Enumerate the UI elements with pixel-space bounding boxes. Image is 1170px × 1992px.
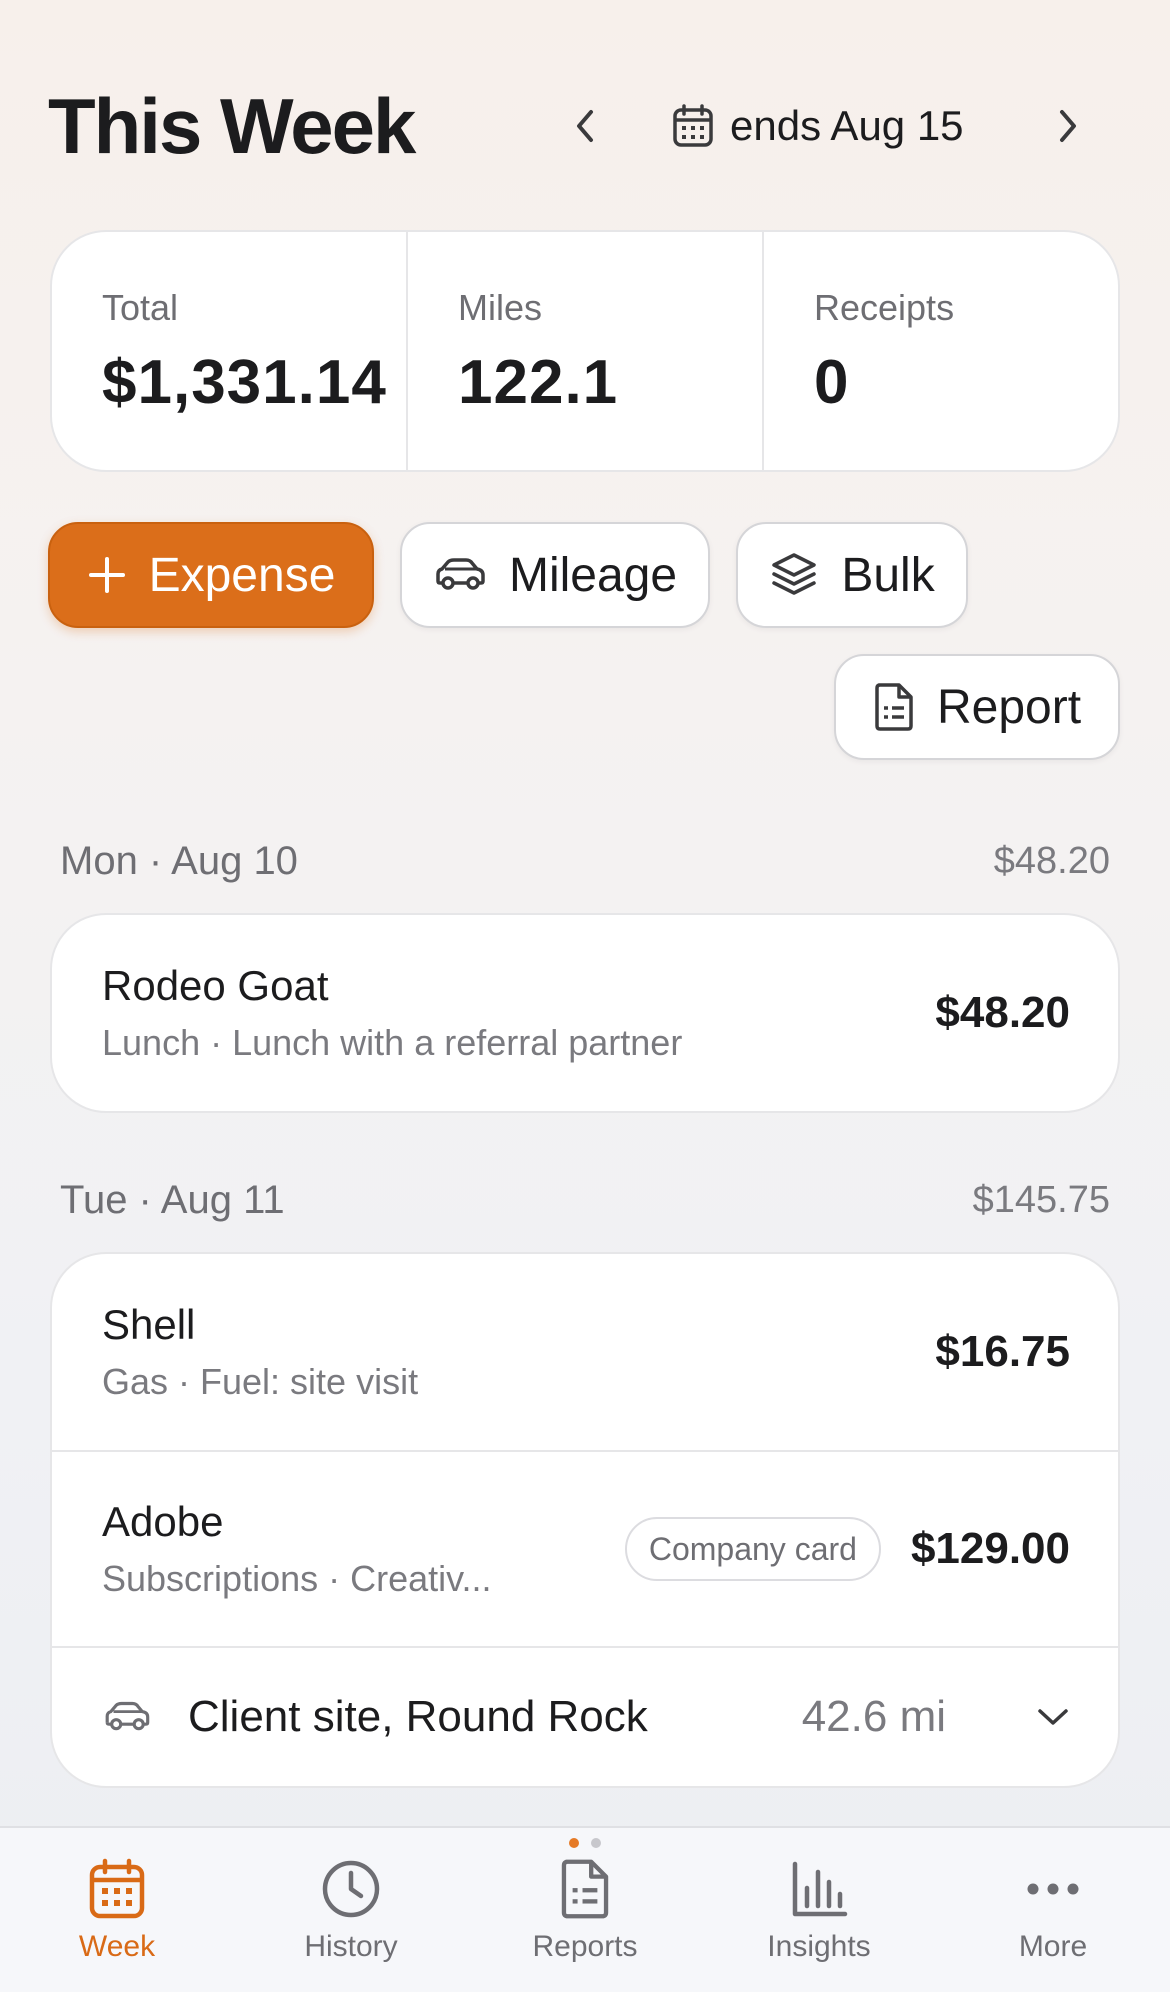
tab-label: Week bbox=[78, 1930, 156, 1963]
day-card-mon: Rodeo Goat Lunch · Lunch with a referral… bbox=[50, 913, 1120, 1113]
stat-label: Miles bbox=[458, 287, 543, 328]
next-week-button[interactable] bbox=[1040, 98, 1096, 154]
previous-week-button[interactable] bbox=[557, 98, 613, 154]
add-expense-label: Expense bbox=[148, 548, 336, 602]
day-total: $48.20 bbox=[993, 839, 1110, 882]
expense-amount: $16.75 bbox=[935, 1327, 1070, 1376]
chevron-left-icon bbox=[577, 110, 593, 142]
day-label: Mon · Aug 10 bbox=[60, 838, 298, 883]
expense-merchant: Shell bbox=[102, 1301, 196, 1348]
calendar-icon bbox=[89, 1858, 145, 1919]
stat-total: Total $1,331.14 bbox=[52, 232, 406, 470]
clock-icon bbox=[322, 1860, 380, 1918]
stat-label: Total bbox=[102, 287, 179, 328]
day-header-mon: Mon · Aug 10 $48.20 bbox=[60, 836, 1110, 886]
page-dot bbox=[591, 1838, 601, 1848]
page-indicator bbox=[569, 1838, 601, 1848]
day-total: $145.75 bbox=[972, 1178, 1110, 1221]
add-mileage-label: Mileage bbox=[508, 548, 678, 602]
company-card-badge: Company card bbox=[624, 1517, 881, 1581]
day-card-tue: Shell Gas · Fuel: site visit $16.75 Adob… bbox=[50, 1252, 1120, 1788]
day-header-tue: Tue · Aug 11 $145.75 bbox=[60, 1175, 1110, 1225]
page-title: This Week bbox=[48, 82, 416, 170]
tab-week[interactable]: Week bbox=[0, 1828, 234, 1992]
expense-details: Subscriptions · Creativ... bbox=[102, 1558, 492, 1599]
week-date-picker[interactable]: ends Aug 15 bbox=[672, 98, 964, 154]
tab-more[interactable]: More bbox=[936, 1828, 1170, 1992]
car-icon bbox=[436, 558, 485, 590]
tab-label: More bbox=[1018, 1930, 1088, 1963]
bar-chart-icon bbox=[792, 1861, 848, 1917]
tab-label: History bbox=[304, 1930, 398, 1963]
mileage-trip-row[interactable]: Client site, Round Rock 42.6 mi bbox=[52, 1646, 1118, 1786]
stat-label: Receipts bbox=[814, 287, 955, 328]
expense-details: Gas · Fuel: site visit bbox=[102, 1361, 419, 1402]
chevron-right-icon bbox=[1060, 110, 1076, 142]
expense-amount: $48.20 bbox=[935, 988, 1070, 1037]
date-range-label: ends Aug 15 bbox=[730, 102, 964, 149]
plus-icon bbox=[88, 557, 125, 593]
chevron-down-icon[interactable] bbox=[1036, 1706, 1070, 1728]
expense-merchant: Rodeo Goat bbox=[102, 962, 329, 1009]
expense-info: Shell Gas · Fuel: site visit bbox=[102, 1300, 905, 1404]
create-report-label: Report bbox=[936, 680, 1082, 734]
expense-amount: $129.00 bbox=[910, 1524, 1070, 1573]
stat-value: 122.1 bbox=[458, 348, 619, 417]
bottom-tab-bar: Week History Reports Insights More bbox=[0, 1826, 1170, 1992]
page-dot-active bbox=[569, 1838, 579, 1848]
expense-row[interactable]: Shell Gas · Fuel: site visit $16.75 bbox=[52, 1254, 1118, 1450]
car-icon bbox=[105, 1701, 150, 1731]
more-dots-icon bbox=[1027, 1883, 1079, 1895]
trip-destination: Client site, Round Rock bbox=[188, 1692, 648, 1741]
document-icon bbox=[561, 1859, 609, 1919]
trip-distance: 42.6 mi bbox=[801, 1692, 946, 1741]
header: This Week ends Aug 15 bbox=[0, 0, 1170, 250]
expense-info: Adobe Subscriptions · Creativ... bbox=[102, 1497, 595, 1601]
expense-row[interactable]: Rodeo Goat Lunch · Lunch with a referral… bbox=[52, 915, 1118, 1111]
stat-miles: Miles 122.1 bbox=[406, 232, 762, 470]
bulk-add-label: Bulk bbox=[841, 548, 935, 602]
stat-receipts: Receipts 0 bbox=[762, 232, 1118, 470]
day-label: Tue · Aug 11 bbox=[60, 1177, 285, 1222]
tab-insights[interactable]: Insights bbox=[702, 1828, 936, 1992]
stat-value: $1,331.14 bbox=[102, 348, 387, 417]
add-expense-button[interactable]: Expense bbox=[48, 522, 374, 628]
expense-merchant: Adobe bbox=[102, 1498, 224, 1545]
expense-info: Rodeo Goat Lunch · Lunch with a referral… bbox=[102, 961, 905, 1065]
add-mileage-button[interactable]: Mileage bbox=[400, 522, 710, 628]
week-summary-card: Total $1,331.14 Miles 122.1 Receipts 0 bbox=[50, 230, 1120, 472]
create-report-button[interactable]: Report bbox=[834, 654, 1120, 760]
bulk-add-button[interactable]: Bulk bbox=[736, 522, 968, 628]
layers-icon bbox=[772, 553, 817, 595]
document-icon bbox=[875, 683, 913, 731]
expense-row[interactable]: Adobe Subscriptions · Creativ... Company… bbox=[52, 1450, 1118, 1646]
calendar-icon bbox=[673, 104, 713, 147]
tab-reports[interactable]: Reports bbox=[468, 1828, 702, 1992]
tab-label: Reports bbox=[532, 1930, 638, 1963]
expense-details: Lunch · Lunch with a referral partner bbox=[102, 1022, 683, 1063]
tab-history[interactable]: History bbox=[234, 1828, 468, 1992]
tab-label: Insights bbox=[767, 1930, 871, 1963]
stat-value: 0 bbox=[814, 348, 850, 417]
